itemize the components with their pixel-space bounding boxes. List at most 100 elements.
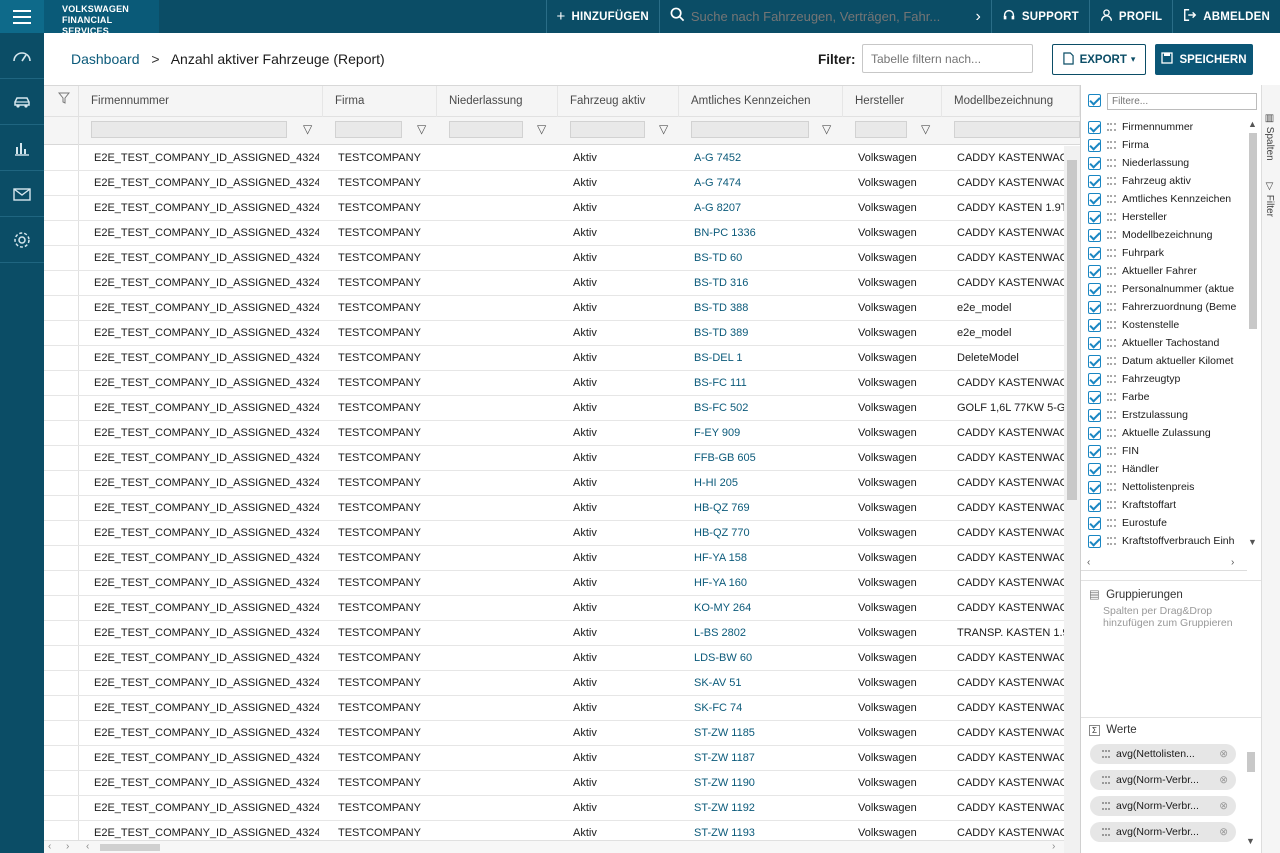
column-visible-checkbox[interactable] — [1088, 355, 1101, 368]
values-scrollbar[interactable]: ▼ — [1245, 740, 1257, 850]
cell-kennzeichen[interactable]: HF-YA 158 — [691, 546, 847, 571]
column-visible-checkbox[interactable] — [1088, 301, 1101, 314]
grid-horizontal-scrollbar[interactable]: ‹ › ‹ › — [44, 840, 1064, 853]
drag-handle-icon[interactable] — [1107, 231, 1116, 239]
column-filter-kennzeichen[interactable]: ▽ — [691, 121, 839, 139]
logout-button[interactable]: ABMELDEN — [1172, 0, 1280, 33]
drag-handle-icon[interactable] — [1107, 519, 1116, 527]
tab-columns[interactable]: ▥ Spalten — [1264, 113, 1275, 161]
table-row[interactable]: E2E_TEST_COMPANY_ID_ASSIGNED_432432 TESTC… — [44, 721, 1064, 746]
drag-handle-icon[interactable] — [1102, 828, 1110, 836]
scroll-right-icon[interactable]: › — [66, 841, 69, 852]
column-filter-funnel-icon[interactable]: ▽ — [921, 122, 930, 136]
cell-kennzeichen[interactable]: SK-FC 74 — [691, 696, 847, 721]
column-filter-funnel-icon[interactable]: ▽ — [417, 122, 426, 136]
column-toggle-item[interactable]: Personalnummer (aktue — [1088, 281, 1246, 299]
column-header-niederlassung[interactable]: Niederlassung — [437, 86, 558, 117]
scroll-right-icon[interactable]: › — [1231, 557, 1234, 568]
table-row[interactable]: E2E_TEST_COMPANY_ID_ASSIGNED_432432 TESTC… — [44, 796, 1064, 821]
column-toggle-item[interactable]: Niederlassung — [1088, 155, 1246, 173]
table-row[interactable]: E2E_TEST_COMPANY_ID_ASSIGNED_432432 TESTC… — [44, 321, 1064, 346]
drag-handle-icon[interactable] — [1107, 267, 1116, 275]
column-visible-checkbox[interactable] — [1088, 373, 1101, 386]
table-row[interactable]: E2E_TEST_COMPANY_ID_ASSIGNED_432432 TESTC… — [44, 196, 1064, 221]
table-row[interactable]: E2E_TEST_COMPANY_ID_ASSIGNED_432432 TESTC… — [44, 546, 1064, 571]
scroll-right-icon[interactable]: › — [1052, 841, 1055, 852]
cell-kennzeichen[interactable]: FFB-GB 605 — [691, 446, 847, 471]
value-chip[interactable]: avg(Nettolisten... ⊗ — [1090, 744, 1236, 764]
drag-handle-icon[interactable] — [1107, 285, 1116, 293]
table-row[interactable]: E2E_TEST_COMPANY_ID_ASSIGNED_432432 TESTC… — [44, 746, 1064, 771]
drag-handle-icon[interactable] — [1107, 321, 1116, 329]
table-row[interactable]: E2E_TEST_COMPANY_ID_ASSIGNED_432432 TESTC… — [44, 246, 1064, 271]
cell-kennzeichen[interactable]: HB-QZ 769 — [691, 496, 847, 521]
column-toggle-item[interactable]: Amtliches Kennzeichen — [1088, 191, 1246, 209]
cell-kennzeichen[interactable]: BS-TD 316 — [691, 271, 847, 296]
column-toggle-item[interactable]: Aktueller Fahrer — [1088, 263, 1246, 281]
cell-kennzeichen[interactable]: HF-YA 160 — [691, 571, 847, 596]
column-toggle-item[interactable]: Fahrzeugtyp — [1088, 371, 1246, 389]
table-row[interactable]: E2E_TEST_COMPANY_ID_ASSIGNED_432432 TESTC… — [44, 421, 1064, 446]
column-toggle-item[interactable]: Nettolistenpreis — [1088, 479, 1246, 497]
table-row[interactable]: E2E_TEST_COMPANY_ID_ASSIGNED_432432 TESTC… — [44, 346, 1064, 371]
column-visible-checkbox[interactable] — [1088, 157, 1101, 170]
drag-handle-icon[interactable] — [1107, 501, 1116, 509]
table-row[interactable]: E2E_TEST_COMPANY_ID_ASSIGNED_432432 TESTC… — [44, 671, 1064, 696]
column-toggle-item[interactable]: Hersteller — [1088, 209, 1246, 227]
car-icon[interactable] — [0, 79, 44, 125]
table-row[interactable]: E2E_TEST_COMPANY_ID_ASSIGNED_432432 TESTC… — [44, 271, 1064, 296]
drag-handle-icon[interactable] — [1107, 429, 1116, 437]
table-row[interactable]: E2E_TEST_COMPANY_ID_ASSIGNED_432432 TESTC… — [44, 696, 1064, 721]
bar-chart-icon[interactable] — [0, 125, 44, 171]
table-filter-input[interactable] — [862, 44, 1033, 73]
values-scrollbar-thumb[interactable] — [1247, 752, 1255, 772]
column-visible-checkbox[interactable] — [1088, 535, 1101, 548]
drag-handle-icon[interactable] — [1107, 123, 1116, 131]
save-button[interactable]: SPEICHERN — [1155, 44, 1253, 75]
column-toggle-item[interactable]: Datum aktueller Kilomet — [1088, 353, 1246, 371]
select-all-columns-checkbox[interactable] — [1088, 94, 1101, 107]
drag-handle-icon[interactable] — [1107, 411, 1116, 419]
cell-kennzeichen[interactable]: A-G 7474 — [691, 171, 847, 196]
drag-handle-icon[interactable] — [1107, 375, 1116, 383]
column-header-fahrzeug-aktiv[interactable]: Fahrzeug aktiv — [558, 86, 679, 117]
table-row[interactable]: E2E_TEST_COMPANY_ID_ASSIGNED_432432 TESTC… — [44, 646, 1064, 671]
value-chip[interactable]: avg(Norm-Verbr... ⊗ — [1090, 770, 1236, 790]
drag-handle-icon[interactable] — [1107, 537, 1116, 545]
column-toggle-item[interactable]: FIN — [1088, 443, 1246, 461]
table-row[interactable]: E2E_TEST_COMPANY_ID_ASSIGNED_432432 TESTC… — [44, 371, 1064, 396]
chevron-down-icon[interactable]: ▼ — [1248, 537, 1257, 547]
drag-handle-icon[interactable] — [1107, 177, 1116, 185]
table-row[interactable]: E2E_TEST_COMPANY_ID_ASSIGNED_432432 TESTC… — [44, 171, 1064, 196]
cell-kennzeichen[interactable]: SK-AV 51 — [691, 671, 847, 696]
column-toggle-item[interactable]: Eurostufe — [1088, 515, 1246, 533]
cell-kennzeichen[interactable]: BS-FC 111 — [691, 371, 847, 396]
chevron-down-icon[interactable]: ▼ — [1246, 836, 1255, 846]
search-submit-chevron-icon[interactable]: › — [976, 8, 981, 26]
column-header-hersteller[interactable]: Hersteller — [843, 86, 942, 117]
table-row[interactable]: E2E_TEST_COMPANY_ID_ASSIGNED_432432 TESTC… — [44, 396, 1064, 421]
column-visible-checkbox[interactable] — [1088, 283, 1101, 296]
drag-handle-icon[interactable] — [1107, 393, 1116, 401]
cell-kennzeichen[interactable]: A-G 8207 — [691, 196, 847, 221]
scroll-left-icon[interactable]: ‹ — [1087, 557, 1090, 568]
table-row[interactable]: E2E_TEST_COMPANY_ID_ASSIGNED_432432 TESTC… — [44, 446, 1064, 471]
drag-handle-icon[interactable] — [1107, 213, 1116, 221]
row-groups-section[interactable]: ▤ Gruppierungen Spalten per Drag&Drop hi… — [1081, 580, 1261, 710]
column-visible-checkbox[interactable] — [1088, 391, 1101, 404]
column-header-firmennummer[interactable]: Firmennummer — [79, 86, 323, 117]
column-filter-firma[interactable]: ▽ — [335, 121, 435, 139]
column-search-input[interactable] — [1107, 93, 1257, 110]
support-button[interactable]: SUPPORT — [990, 0, 1089, 33]
column-list-scrollbar-thumb[interactable] — [1249, 133, 1257, 329]
column-list-scrollbar[interactable]: ▲ ▼ — [1247, 119, 1259, 549]
drag-handle-icon[interactable] — [1107, 249, 1116, 257]
drag-handle-icon[interactable] — [1107, 159, 1116, 167]
remove-chip-icon[interactable]: ⊗ — [1219, 822, 1228, 842]
column-visible-checkbox[interactable] — [1088, 427, 1101, 440]
column-toggle-item[interactable]: Fahrerzuordnung (Beme — [1088, 299, 1246, 317]
value-chip[interactable]: avg(Norm-Verbr... ⊗ — [1090, 796, 1236, 816]
cell-kennzeichen[interactable]: BS-TD 388 — [691, 296, 847, 321]
drag-handle-icon[interactable] — [1102, 802, 1110, 810]
table-row[interactable]: E2E_TEST_COMPANY_ID_ASSIGNED_432432 TESTC… — [44, 296, 1064, 321]
